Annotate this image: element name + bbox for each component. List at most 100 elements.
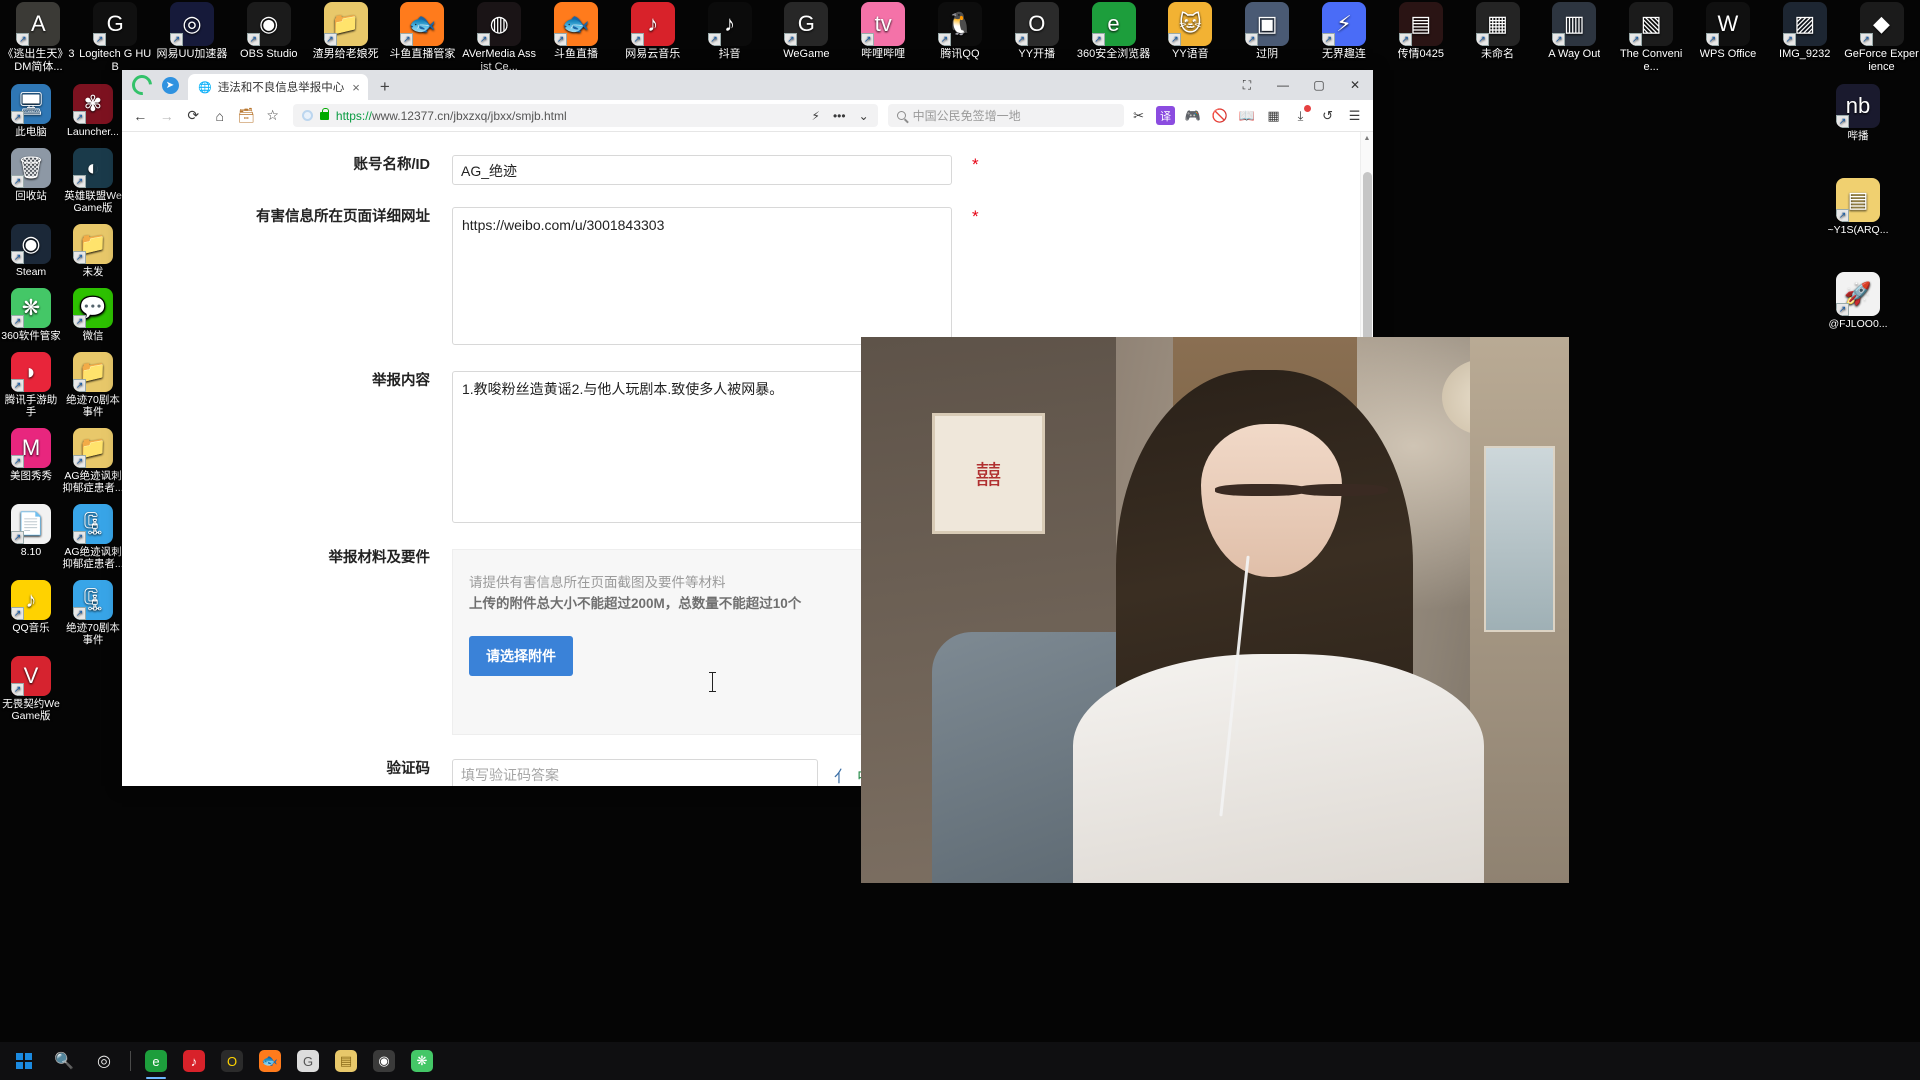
- telegram-icon[interactable]: ➤: [156, 70, 184, 100]
- scroll-up-arrow[interactable]: ▲: [1361, 132, 1373, 145]
- search-input[interactable]: 中国公民免签增一地: [887, 104, 1125, 127]
- taskbar-360-software-manager-icon[interactable]: ❋: [403, 1042, 441, 1080]
- desktop-icon-yy-broadcast-icon[interactable]: O ↗ YY开播: [998, 2, 1075, 80]
- window-maximize-button[interactable]: ▢: [1301, 70, 1337, 100]
- netease-cloud-music-icon: ♪ ↗: [630, 2, 675, 46]
- account-name-input[interactable]: AG_绝迹: [452, 155, 952, 185]
- windows-start-icon[interactable]: [4, 1042, 44, 1080]
- undo-icon[interactable]: ↺: [1315, 103, 1340, 128]
- live-stream-video-overlay[interactable]: [861, 337, 1569, 883]
- home-icon[interactable]: ⌂: [207, 103, 231, 129]
- desktop-icon-naraka-launcher-icon[interactable]: ✾ ↗ Launcher...: [62, 84, 124, 138]
- desktop-icon-meitu-xiuxiu-icon[interactable]: M ↗ 美图秀秀: [0, 428, 62, 494]
- forward-icon[interactable]: →: [154, 103, 178, 129]
- taskbar-search-icon[interactable]: 🔍: [44, 1042, 84, 1080]
- translate-icon[interactable]: 译: [1156, 106, 1176, 125]
- desktop-icon-folder-icon[interactable]: 📁 ↗ 绝迹70剧本事件: [62, 352, 124, 418]
- desktop-icon-unnamed-image-icon[interactable]: ▦ ↗ 未命名: [1459, 2, 1536, 80]
- window-minimize-button[interactable]: —: [1265, 70, 1301, 100]
- desktop-icon-douyu-live-icon[interactable]: 🐟 ↗ 斗鱼直播: [538, 2, 615, 80]
- browser-tab-active[interactable]: 🌐 违法和不良信息举报中心 ×: [188, 74, 368, 100]
- desktop-icon-wegame-icon[interactable]: G ↗ WeGame: [768, 2, 845, 80]
- shortcut-arrow-icon: ↗: [630, 33, 644, 46]
- tab-close-icon[interactable]: ×: [350, 80, 362, 95]
- desktop-icon-tencent-mobile-game-assistant-icon[interactable]: ◗ ↗ 腾讯手游助手: [0, 352, 62, 418]
- reading-mode-icon[interactable]: 📖: [1234, 103, 1259, 128]
- desktop-icon-this-pc-icon[interactable]: 🖥 ↗ 此电脑: [0, 84, 62, 138]
- reload-icon[interactable]: ⟳: [181, 103, 205, 129]
- taskbar-yy-broadcast-icon[interactable]: O: [213, 1042, 251, 1080]
- scrollbar-thumb[interactable]: [1363, 172, 1372, 342]
- briefcase-icon[interactable]: 🗃: [234, 103, 258, 129]
- desktop-icon-chuanqing-image-icon[interactable]: ▤ ↗ 传情0425: [1382, 2, 1459, 80]
- desktop-icon-recycle-bin-icon[interactable]: 🗑 ↗ 回收站: [0, 148, 62, 214]
- desktop-icon-yy-voice-icon[interactable]: 🐱 ↗ YY语音: [1152, 2, 1229, 80]
- desktop-icon-archive-file-icon[interactable]: ▤ ↗ ~Y1S(ARQ...: [1803, 178, 1913, 236]
- window-extra-button[interactable]: ⛶: [1229, 70, 1265, 100]
- game-controller-icon[interactable]: 🎮: [1180, 103, 1205, 128]
- desktop-icon-valorant-wegame-icon[interactable]: V ↗ 无畏契约WeGame版: [0, 656, 62, 722]
- apps-grid-icon[interactable]: ▦: [1261, 103, 1286, 128]
- captcha-input[interactable]: 填写验证码答案: [452, 759, 818, 786]
- more-options-icon[interactable]: •••: [833, 109, 846, 123]
- desktop-icon-obs-studio-icon[interactable]: ◉ ↗ OBS Studio: [230, 2, 307, 80]
- harmful-url-textarea[interactable]: https://weibo.com/u/3001843303: [452, 207, 952, 345]
- taskbar-douyu-live-icon[interactable]: 🐟: [251, 1042, 289, 1080]
- desktop-icon-guoyin-image-icon[interactable]: ▣ ↗ 过阴: [1229, 2, 1306, 80]
- taskbar-360-safe-browser-icon[interactable]: e: [137, 1042, 175, 1080]
- desktop-icon-netease-uu-accelerator-icon[interactable]: ◎ ↗ 网易UU加速器: [154, 2, 231, 80]
- desktop-icon-douyin-icon[interactable]: ♪ ↗ 抖音: [691, 2, 768, 80]
- desktop-icon-douyu-live-assistant-icon[interactable]: 🐟 ↗ 斗鱼直播管家: [384, 2, 461, 80]
- desktop-icon-wps-office-icon[interactable]: W ↗ WPS Office: [1690, 2, 1767, 80]
- desktop-icon-wujie-qulian-icon[interactable]: ⚡ ↗ 无界趣连: [1306, 2, 1383, 80]
- desktop-icon-netease-cloud-music-icon[interactable]: ♪ ↗ 网易云音乐: [614, 2, 691, 80]
- new-tab-button[interactable]: +: [372, 74, 398, 100]
- screenshot-scissors-icon[interactable]: ✂: [1126, 103, 1151, 128]
- desktop-icon-league-of-legends-wegame-icon[interactable]: ◐ ↗ 英雄联盟WeGame版: [62, 148, 124, 214]
- desktop-icon-360-software-manager-icon[interactable]: ❋ ↗ 360软件管家: [0, 288, 62, 342]
- desktop-icon-geforce-experience-icon[interactable]: ◆ ↗ GeForce Experience: [1843, 2, 1920, 80]
- address-bar[interactable]: https://www.12377.cn/jbxzxq/jbxx/smjb.ht…: [292, 104, 878, 127]
- geforce-experience-icon: ◆ ↗: [1859, 2, 1904, 46]
- taskbar-netease-cloud-music-icon[interactable]: ♪: [175, 1042, 213, 1080]
- shortcut-arrow-icon: ↗: [11, 379, 24, 392]
- add-favorite-icon[interactable]: ☆: [260, 103, 284, 129]
- block-ads-icon[interactable]: 🚫: [1207, 103, 1232, 128]
- desktop-icon-qq-music-icon[interactable]: ♪ ↗ QQ音乐: [0, 580, 62, 646]
- desktop-icon-folder-icon[interactable]: 📁 ↗ 未发: [62, 224, 124, 278]
- desktop-icon-tencent-qq-icon[interactable]: 🐧 ↗ 腾讯QQ: [922, 2, 999, 80]
- desktop-icon-360-safe-browser-icon[interactable]: e ↗ 360安全浏览器: [1075, 2, 1152, 80]
- desktop-icon-folder-icon[interactable]: 📁 ↗ 渣男给老娘死: [307, 2, 384, 80]
- tencent-qq-icon: 🐧 ↗: [937, 2, 982, 46]
- shortcut-arrow-icon: ↗: [11, 315, 24, 328]
- desktop-icon-document-image-icon[interactable]: 📄 ↗ 8.10: [0, 504, 62, 570]
- desktop-icon-a-way-out-icon[interactable]: ▥ ↗ A Way Out: [1536, 2, 1613, 80]
- desktop-icon-logitech-g-hub-icon[interactable]: G ↗ Logitech G HUB: [77, 2, 154, 80]
- desktop-icon-folder-icon[interactable]: 📁 ↗ AG绝迹讽刺抑郁症患者...: [62, 428, 124, 494]
- desktop-icon-steam-icon[interactable]: ◉ ↗ Steam: [0, 224, 62, 278]
- chevron-down-icon[interactable]: ⌄: [859, 109, 869, 123]
- menu-icon[interactable]: ☰: [1342, 103, 1367, 128]
- desktop-icon-bibo-icon[interactable]: nb ↗ 哔播: [1803, 84, 1913, 142]
- desktop-icon-bilibili-icon[interactable]: tv ↗ 哔哩哔哩: [845, 2, 922, 80]
- desktop-icon-360-zip-archive-icon[interactable]: 🗜 ↗ AG绝迹讽刺抑郁症患者...: [62, 504, 124, 570]
- shield-icon: [301, 110, 313, 121]
- lightning-icon[interactable]: ⚡: [812, 109, 820, 123]
- taskbar-folder-icon[interactable]: ▤: [327, 1042, 365, 1080]
- select-attachment-button[interactable]: 请选择附件: [469, 636, 573, 676]
- taskbar-chrome-icon[interactable]: G: [289, 1042, 327, 1080]
- desktop-icon-wechat-icon[interactable]: 💬 ↗ 微信: [62, 288, 124, 342]
- desktop-icon-rocket-file-icon[interactable]: 🚀 ↗ @FJLOO0...: [1803, 272, 1913, 330]
- window-close-button[interactable]: ✕: [1337, 70, 1373, 100]
- download-badge: [1304, 105, 1312, 112]
- desktop-icon-360-zip-archive-icon[interactable]: 🗜 ↗ 绝迹70剧本事件: [62, 580, 124, 646]
- field-label-report-materials: 举报材料及要件: [328, 550, 431, 566]
- desktop-icon-the-convenience-icon[interactable]: ▧ ↗ The Convenie...: [1613, 2, 1690, 80]
- back-icon[interactable]: ←: [128, 103, 152, 129]
- desktop-icon-avermedia-assist-center-icon[interactable]: ◍ ↗ AVerMedia Assist Ce...: [461, 2, 538, 80]
- taskbar-cortana-icon[interactable]: ◎: [84, 1042, 124, 1080]
- desktop-icon-img-9232-icon[interactable]: ▨ ↗ IMG_9232: [1766, 2, 1843, 80]
- taskbar-obs-studio-icon[interactable]: ◉: [365, 1042, 403, 1080]
- desktop-icon-a-way-out-game-icon[interactable]: A ↗ 《逃出生天》3DM简体...: [0, 2, 77, 80]
- downloads-icon[interactable]: ⤓: [1288, 103, 1313, 128]
